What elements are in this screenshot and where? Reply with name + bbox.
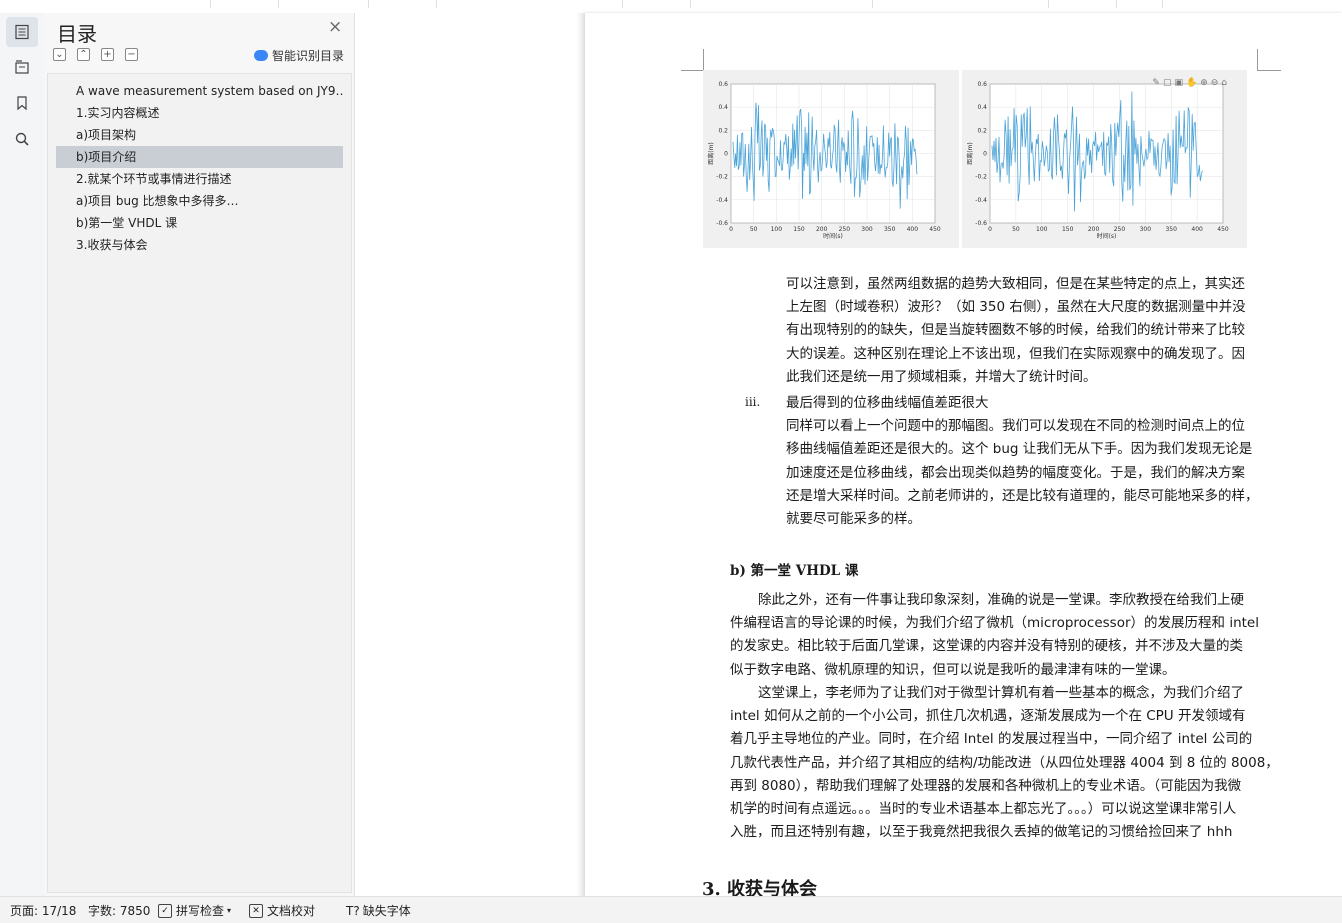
outline-item-1b[interactable]: b)项目介绍	[56, 146, 343, 168]
check-icon: ✓	[158, 903, 172, 918]
page-count: 页面: 17/18	[10, 904, 77, 918]
missing-font-button[interactable]: T? 缺失字体	[346, 902, 411, 919]
y-axis-label: 距离(m)	[966, 142, 974, 165]
y-tick-label: -0.6	[716, 220, 728, 227]
y-tick-label: 0.4	[718, 104, 728, 111]
y-tick-label: 0.2	[718, 127, 728, 134]
list-marker: iii.	[745, 395, 761, 409]
outline-item-3[interactable]: 3.收获与体会	[56, 234, 343, 256]
x-tick-label: 350	[884, 226, 896, 233]
font-warning-icon: T?	[346, 903, 360, 918]
doc-proofread-button[interactable]: ✕ 文档校对	[249, 902, 315, 919]
document-canvas	[355, 13, 585, 896]
outline-item-1[interactable]: 1.实习内容概述	[56, 102, 343, 124]
paragraph-convolution: 可以注意到，虽然两组数据的趋势大致相同，但是在某些特定的点上，其实还 上左图（时…	[786, 276, 1246, 385]
zoom-out-icon[interactable]: ⊖	[1211, 78, 1219, 88]
side-icon-rail	[0, 13, 45, 896]
copy-icon[interactable]: ▢	[1163, 78, 1172, 88]
y-axis-label: 距离(m)	[707, 142, 715, 165]
pan-icon[interactable]: ✋	[1186, 78, 1197, 88]
y-tick-label: 0	[724, 151, 728, 158]
y-tick-label: -0.4	[975, 197, 987, 204]
paragraph-lecture: 除此之外，还有一件事让我印象深刻，准确的说是一堂课。李欣教授在给我们上硬 件编程…	[730, 592, 1259, 678]
x-tick-label: 0	[988, 226, 992, 233]
y-tick-label: 0	[983, 151, 987, 158]
expand-all-icon[interactable]: +	[101, 48, 114, 61]
status-bar: 页面: 17/18 字数: 7850 ✓ 拼写检查 ▾ ✕ 文档校对 T? 缺失…	[0, 896, 1342, 923]
chapter-nav-icon[interactable]	[6, 52, 38, 82]
x-tick-label: 0	[729, 226, 733, 233]
outline-item-1a[interactable]: a)项目架构	[56, 124, 343, 146]
x-axis-label: 时间(s)	[1097, 232, 1117, 240]
x-tick-label: 300	[861, 226, 873, 233]
collapse-up-icon[interactable]: ⌃	[77, 48, 90, 61]
x-tick-label: 450	[929, 226, 941, 233]
outline-item-2a[interactable]: a)项目 bug 比想象中多得多…	[56, 190, 343, 212]
smart-outline-label: 智能识别目录	[272, 49, 345, 63]
waveform-figure-right: 0.6 0.4 0.2 0 -0.2 -0.4 -0.6 0 50 100 150 200 250 300…	[962, 70, 1247, 248]
x-tick-label: 300	[1140, 226, 1152, 233]
outline-item-title[interactable]: A wave measurement system based on JY9…	[56, 80, 343, 102]
y-tick-label: -0.2	[975, 174, 987, 181]
outline-list: A wave measurement system based on JY9… …	[47, 73, 352, 893]
home-icon[interactable]: ⌂	[1221, 78, 1227, 88]
waveform-figure-left: 0.6 0.4 0.2 0 -0.2 -0.4 -0.6 0 50 100 150 200 250 300…	[703, 70, 959, 248]
zoom-in-icon[interactable]: ⊕	[1200, 78, 1208, 88]
y-tick-label: 0.6	[977, 81, 987, 88]
outline-panel: 目录 × ⌄ ⌃ + − 智能识别目录 A wave measurement s…	[44, 13, 355, 896]
proofread-icon: ✕	[249, 903, 263, 918]
collapse-all-icon[interactable]: −	[125, 48, 138, 61]
chevron-down-icon: ▾	[227, 906, 232, 915]
waveform-plot: 0.60.40.20-0.2-0.4-0.60 50 100 150 200 250 300…	[966, 81, 1229, 240]
x-tick-label: 250	[839, 226, 851, 233]
y-tick-label: -0.4	[716, 197, 728, 204]
x-tick-label: 200	[816, 226, 828, 233]
x-tick-label: 100	[771, 226, 783, 233]
smart-outline-button[interactable]: 智能识别目录	[254, 47, 344, 64]
x-tick-label: 350	[1165, 226, 1177, 233]
x-tick-label: 150	[1062, 226, 1074, 233]
bookmark-icon[interactable]	[6, 88, 38, 118]
x-tick-label: 50	[1012, 226, 1020, 233]
y-tick-label: 0.2	[977, 127, 987, 134]
y-tick-label: 0.6	[718, 81, 728, 88]
y-tick-label: 0.4	[977, 104, 987, 111]
outline-view-icon[interactable]	[6, 17, 38, 47]
top-ruler	[0, 0, 1342, 14]
paragraph-intel: 这堂课上，李老师为了让我们对于微型计算机有着一些基本的概念，为我们介绍了 int…	[730, 685, 1279, 841]
x-tick-label: 50	[750, 226, 758, 233]
x-tick-label: 400	[907, 226, 919, 233]
outline-item-2b[interactable]: b)第一堂 VHDL 课	[56, 212, 343, 234]
figure-toolbar: ✎ ▢ ▣ ✋ ⊕ ⊖ ⌂	[1152, 78, 1227, 88]
section-heading-vhdl: b) 第一堂 VHDL 课	[730, 563, 859, 579]
spell-check-button[interactable]: ✓ 拼写检查 ▾	[158, 902, 231, 919]
edit-icon[interactable]: ✎	[1152, 78, 1160, 88]
paragraph-amplitude: 最后得到的位移曲线幅值差距很大 同样可以看上一个问题中的那幅图。我们可以发现在不…	[786, 395, 1259, 528]
waveform-plot: 0.60.40.20-0.2-0.4-0.60 50 100 150 200 250 300…	[707, 81, 941, 240]
x-tick-label: 450	[1217, 226, 1229, 233]
document-page[interactable]: 0.6 0.4 0.2 0 -0.2 -0.4 -0.6 0 50 100 150 200 250 300…	[585, 13, 1342, 900]
x-tick-label: 150	[793, 226, 805, 233]
x-tick-label: 100	[1036, 226, 1048, 233]
search-icon[interactable]	[6, 124, 38, 154]
x-tick-label: 400	[1191, 226, 1203, 233]
y-tick-label: -0.6	[975, 220, 987, 227]
x-axis-label: 时间(s)	[823, 232, 843, 240]
x-tick-label: 250	[1114, 226, 1126, 233]
close-icon[interactable]: ×	[328, 19, 342, 36]
y-tick-label: -0.2	[716, 174, 728, 181]
x-tick-label: 200	[1088, 226, 1100, 233]
collapse-down-icon[interactable]: ⌄	[53, 48, 66, 61]
ai-icon	[254, 50, 268, 61]
outline-item-2[interactable]: 2.就某个环节或事情进行描述	[56, 168, 343, 190]
outline-title: 目录	[57, 22, 97, 46]
word-count: 字数: 7850	[88, 904, 151, 918]
data-cursor-icon[interactable]: ▣	[1174, 78, 1183, 88]
